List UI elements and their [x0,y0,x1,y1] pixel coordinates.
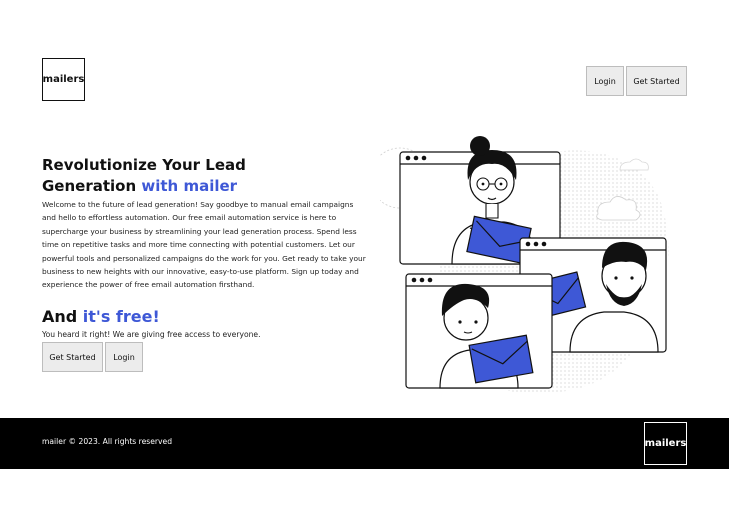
footer: mailer © 2023. All rights reserved maile… [0,418,729,469]
free-heading-main: And [42,307,83,326]
hero-get-started-button[interactable]: Get Started [42,342,103,372]
cloud-icon [619,158,649,171]
footer-copyright: mailer © 2023. All rights reserved [42,437,173,446]
call-window-bottom [405,273,553,389]
nav-login-button[interactable]: Login [586,66,624,96]
hero-title-accent: with mailer [141,177,238,195]
nav-get-started-button[interactable]: Get Started [626,66,687,96]
free-subtext: You heard it right! We are giving free a… [42,330,261,339]
header-logo[interactable]: mailers [42,58,85,101]
hero-description: Welcome to the future of lead generation… [42,200,366,290]
video-call-illustration [380,136,669,394]
footer-logo-text: mailers [644,438,687,449]
free-heading-accent: it's free! [82,307,160,326]
hero-login-button[interactable]: Login [105,342,143,372]
header-logo-text: mailers [42,74,85,85]
free-heading: And it's free! [42,306,160,328]
hero-title: Revolutionize Your Lead Generation with … [42,155,342,197]
footer-logo[interactable]: mailers [644,422,687,465]
